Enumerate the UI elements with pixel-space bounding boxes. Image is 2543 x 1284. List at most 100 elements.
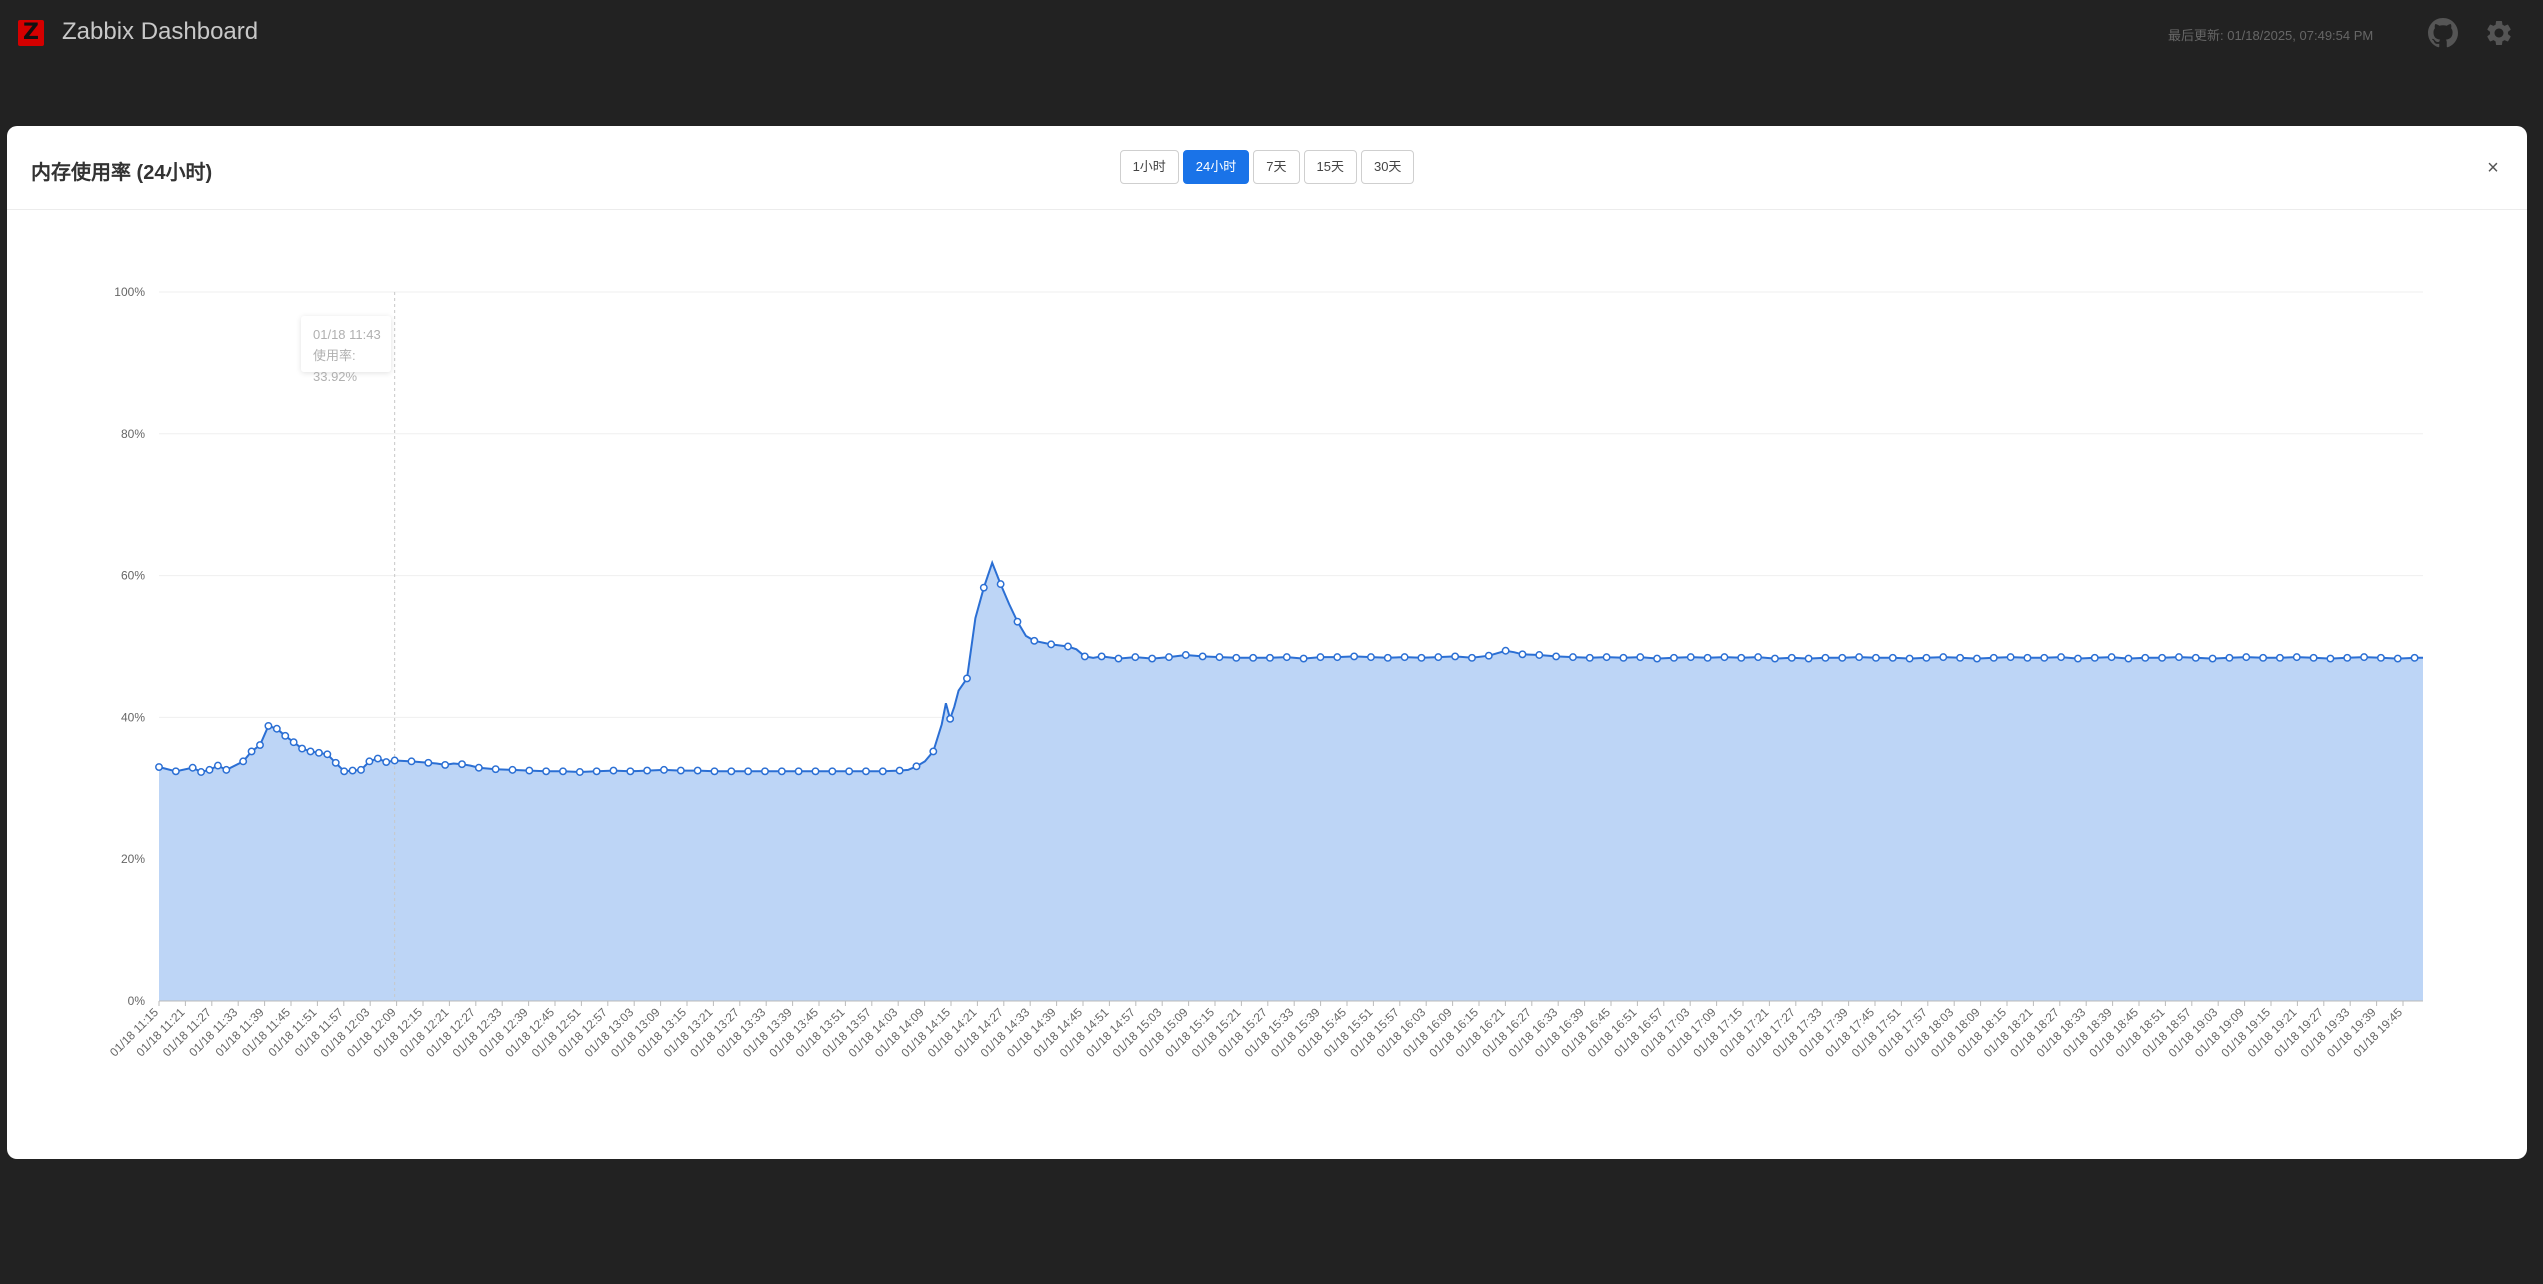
data-point bbox=[2124, 654, 2133, 663]
data-point bbox=[2376, 653, 2385, 662]
data-point bbox=[609, 766, 618, 775]
data-point bbox=[1939, 653, 1948, 662]
data-point bbox=[1737, 653, 1746, 662]
data-point bbox=[1030, 636, 1039, 645]
data-point bbox=[542, 767, 551, 776]
data-point bbox=[2326, 654, 2335, 663]
data-point bbox=[1215, 653, 1224, 662]
data-point bbox=[1871, 653, 1880, 662]
data-point bbox=[811, 767, 820, 776]
data-point bbox=[929, 747, 938, 756]
data-point bbox=[2090, 653, 2099, 662]
data-point bbox=[390, 756, 399, 765]
data-point bbox=[1922, 653, 1931, 662]
close-icon[interactable]: × bbox=[2481, 156, 2505, 180]
data-point bbox=[2208, 654, 2217, 663]
data-point bbox=[2275, 653, 2284, 662]
data-point bbox=[1905, 654, 1914, 663]
data-point bbox=[1568, 653, 1577, 662]
range-button-1h[interactable]: 1小时 bbox=[1119, 150, 1179, 184]
data-point bbox=[373, 754, 382, 763]
data-point bbox=[592, 767, 601, 776]
data-point bbox=[306, 747, 315, 756]
data-point bbox=[2057, 653, 2066, 662]
tooltip-value: 使用率: 33.92% bbox=[313, 348, 358, 384]
data-point bbox=[845, 767, 854, 776]
data-point bbox=[559, 767, 567, 776]
data-point bbox=[1636, 653, 1645, 662]
data-point bbox=[1468, 653, 1476, 662]
data-point bbox=[2343, 653, 2352, 662]
data-point bbox=[2191, 653, 2200, 662]
data-point bbox=[1080, 652, 1089, 661]
data-point bbox=[2107, 653, 2116, 662]
data-point bbox=[963, 674, 971, 683]
data-point bbox=[727, 767, 736, 776]
data-point bbox=[1653, 654, 1662, 663]
data-point bbox=[895, 766, 904, 775]
last-update-text: 最后更新: 01/18/2025, 07:49:54 PM bbox=[2168, 28, 2374, 43]
data-point bbox=[382, 758, 391, 767]
data-point bbox=[1501, 646, 1510, 655]
data-point bbox=[281, 731, 290, 740]
time-range-selector: 1小时 24小时 7天 15天 30天 bbox=[7, 150, 2527, 184]
data-point bbox=[2141, 653, 2150, 662]
data-point bbox=[660, 765, 668, 774]
data-point bbox=[1585, 653, 1594, 662]
data-point bbox=[1888, 653, 1897, 662]
data-point bbox=[491, 765, 500, 774]
tooltip-time: 01/18 11:43 bbox=[313, 327, 381, 342]
data-point bbox=[693, 766, 702, 775]
data-point bbox=[1333, 653, 1342, 662]
data-point bbox=[340, 767, 349, 776]
data-point bbox=[1316, 653, 1325, 662]
memory-usage-modal: 内存使用率 (24小时) 1小时 24小时 7天 15天 30天 × 0% 20% 40% 6… bbox=[7, 126, 2527, 1159]
gear-icon[interactable] bbox=[2484, 18, 2514, 48]
data-point bbox=[1131, 653, 1140, 662]
data-point bbox=[264, 721, 273, 730]
data-point bbox=[912, 762, 921, 771]
data-point bbox=[676, 766, 685, 775]
data-point bbox=[1367, 653, 1375, 662]
range-button-30d[interactable]: 30天 bbox=[1360, 150, 1415, 184]
data-point bbox=[1383, 653, 1392, 662]
data-point bbox=[508, 765, 517, 774]
data-point bbox=[213, 761, 222, 770]
data-point bbox=[1535, 651, 1544, 659]
data-point bbox=[1770, 654, 1779, 663]
data-point bbox=[1047, 640, 1056, 649]
data-point bbox=[2040, 653, 2049, 662]
data-point bbox=[1249, 653, 1258, 662]
data-point bbox=[1754, 653, 1763, 662]
data-point bbox=[1838, 653, 1847, 662]
data-point bbox=[2158, 653, 2167, 662]
data-point bbox=[2023, 653, 2032, 662]
data-point bbox=[205, 765, 214, 774]
data-point bbox=[777, 767, 786, 776]
data-point bbox=[1299, 654, 1308, 663]
data-point bbox=[424, 758, 433, 767]
data-point bbox=[441, 760, 450, 769]
data-point bbox=[298, 744, 307, 753]
y-tick-label: 60% bbox=[121, 569, 145, 583]
range-button-24h[interactable]: 24小时 bbox=[1182, 150, 1250, 184]
data-point bbox=[2225, 653, 2234, 662]
data-point bbox=[1703, 653, 1712, 662]
github-icon[interactable] bbox=[2428, 18, 2458, 48]
data-point bbox=[979, 583, 988, 592]
data-point bbox=[2242, 653, 2251, 662]
data-point bbox=[1787, 653, 1796, 662]
data-point bbox=[1165, 653, 1173, 662]
data-point bbox=[1602, 653, 1611, 662]
data-point bbox=[1804, 654, 1813, 663]
data-point bbox=[2360, 653, 2369, 662]
data-point bbox=[794, 767, 803, 776]
range-button-7d[interactable]: 7天 bbox=[1253, 150, 1300, 184]
range-button-15d[interactable]: 15天 bbox=[1303, 150, 1357, 184]
data-point bbox=[188, 763, 197, 772]
data-point bbox=[239, 757, 248, 766]
data-point bbox=[744, 767, 753, 776]
data-point bbox=[525, 766, 534, 775]
y-tick-label: 20% bbox=[121, 852, 145, 866]
y-tick-label: 40% bbox=[121, 710, 145, 724]
